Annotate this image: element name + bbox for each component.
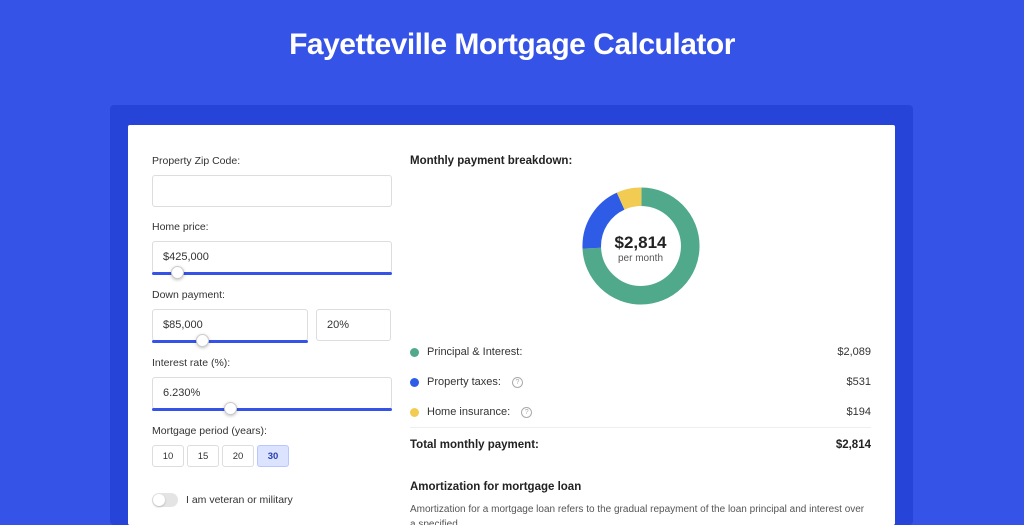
home-price-group: Home price: [152,221,390,275]
donut-total-sub: per month [615,253,667,264]
legend-value-principal: $2,089 [837,346,871,358]
calculator-card: Property Zip Code: Home price: Down paym… [128,125,895,525]
home-price-input[interactable] [152,241,392,273]
donut-chart: $2,814 per month [410,181,871,323]
home-price-slider-thumb[interactable] [171,266,184,279]
legend-value-insurance: $194 [847,406,871,418]
down-payment-slider[interactable] [152,340,308,343]
interest-slider-thumb[interactable] [224,402,237,415]
legend-value-taxes: $531 [847,376,871,388]
period-btn-10[interactable]: 10 [152,445,184,467]
zip-label: Property Zip Code: [152,155,390,167]
donut-total-amount: $2,814 [615,233,667,253]
home-price-slider[interactable] [152,272,392,275]
dot-icon [410,408,419,417]
page-header: Fayetteville Mortgage Calculator [0,0,1024,82]
home-price-label: Home price: [152,221,390,233]
dot-icon [410,378,419,387]
veteran-toggle-knob [153,494,165,506]
breakdown-title: Monthly payment breakdown: [410,155,871,167]
total-row: Total monthly payment: $2,814 [410,428,871,465]
legend-row-taxes: Property taxes: ? $531 [410,367,871,397]
total-amount: $2,814 [836,439,871,451]
down-payment-slider-thumb[interactable] [196,334,209,347]
donut-center: $2,814 per month [615,233,667,264]
dot-icon [410,348,419,357]
total-label: Total monthly payment: [410,439,539,451]
interest-label: Interest rate (%): [152,357,390,369]
period-label: Mortgage period (years): [152,425,390,437]
down-payment-pct-input[interactable] [316,309,391,341]
period-btn-20[interactable]: 20 [222,445,254,467]
period-btn-30[interactable]: 30 [257,445,289,467]
down-payment-amount-input[interactable] [152,309,308,341]
interest-input[interactable] [152,377,392,409]
breakdown-column: Monthly payment breakdown: $2,814 per mo… [390,125,895,525]
interest-slider[interactable] [152,408,392,411]
zip-field-group: Property Zip Code: [152,155,390,207]
veteran-toggle-row: I am veteran or military [152,493,390,507]
veteran-label: I am veteran or military [186,494,293,506]
legend-label-insurance: Home insurance: [427,406,510,418]
down-payment-label: Down payment: [152,289,390,301]
period-btn-15[interactable]: 15 [187,445,219,467]
interest-group: Interest rate (%): [152,357,390,411]
down-payment-group: Down payment: [152,289,390,343]
amortization-title: Amortization for mortgage loan [410,481,871,493]
legend-row-principal: Principal & Interest: $2,089 [410,337,871,367]
legend-row-insurance: Home insurance: ? $194 [410,397,871,427]
page-title: Fayetteville Mortgage Calculator [0,28,1024,62]
zip-input[interactable] [152,175,392,207]
info-icon[interactable]: ? [512,377,523,388]
period-options: 10 15 20 30 [152,445,390,467]
inputs-column: Property Zip Code: Home price: Down paym… [128,125,390,525]
info-icon[interactable]: ? [521,407,532,418]
period-group: Mortgage period (years): 10 15 20 30 [152,425,390,467]
legend-label-principal: Principal & Interest: [427,346,522,358]
legend-label-taxes: Property taxes: [427,376,501,388]
amortization-text: Amortization for a mortgage loan refers … [410,503,871,525]
veteran-toggle[interactable] [152,493,178,507]
